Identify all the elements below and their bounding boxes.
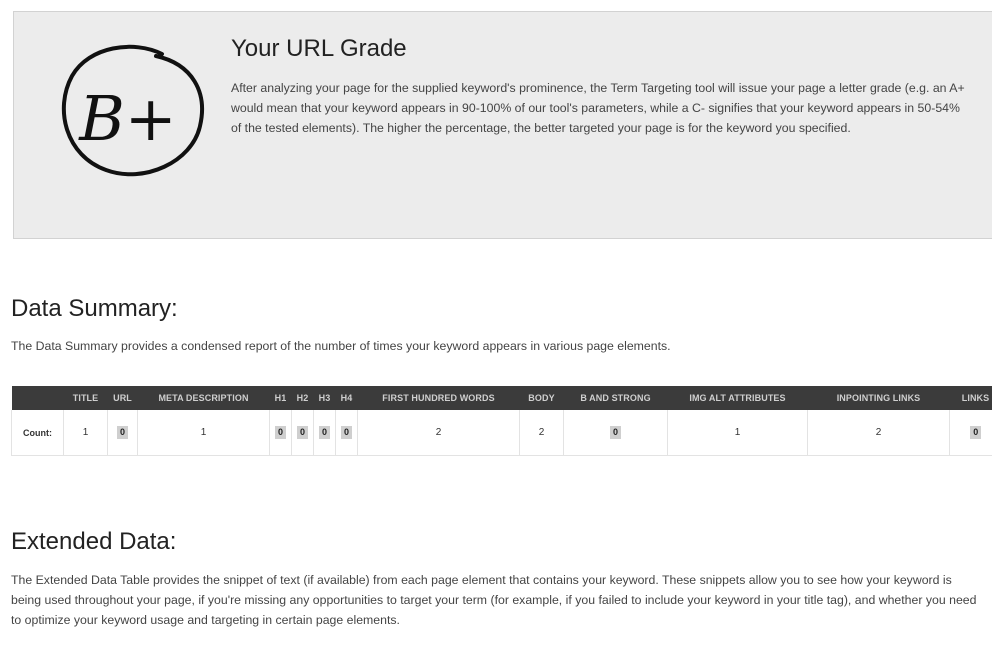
data-summary-description: The Data Summary provides a condensed re… (11, 339, 671, 353)
column-header: LINKS (949, 386, 992, 410)
extended-data-description: The Extended Data Table provides the sni… (11, 573, 977, 627)
h1-count: 0 (274, 426, 286, 439)
b-and-strong-count: 0 (609, 426, 621, 439)
column-header: INPOINTING LINKS (807, 386, 950, 410)
row-label: Count: (11, 410, 64, 456)
grade-title: Your URL Grade (231, 35, 407, 62)
column-header: META DESCRIPTION (137, 386, 270, 410)
column-header: H1 (269, 386, 292, 410)
data-summary-table: TITLE URL META DESCRIPTION H1 H2 H3 H4 F… (11, 386, 992, 456)
table-row: Count: 1 0 1 0 0 0 0 2 2 0 1 2 0 (11, 410, 992, 456)
table-header-row: TITLE URL META DESCRIPTION H1 H2 H3 H4 F… (11, 386, 992, 410)
grade-letter: B+ (78, 82, 177, 155)
column-header: H3 (313, 386, 336, 410)
inpointing-links-count: 2 (807, 410, 950, 456)
links-count: 0 (970, 426, 982, 439)
column-header: H4 (335, 386, 358, 410)
url-count: 0 (116, 426, 128, 439)
column-header: BODY (519, 386, 564, 410)
grade-description: After analyzing your page for the suppli… (231, 81, 965, 135)
h4-count: 0 (340, 426, 352, 439)
grade-badge-icon: B+ (61, 44, 205, 177)
data-summary-title: Data Summary: (11, 295, 178, 322)
column-header: IMG ALT ATTRIBUTES (667, 386, 808, 410)
column-header (11, 386, 64, 410)
h2-count: 0 (296, 426, 308, 439)
h3-count: 0 (318, 426, 330, 439)
first-hundred-words-count: 2 (357, 410, 520, 456)
column-header: URL (107, 386, 138, 410)
body-count: 2 (519, 410, 564, 456)
meta-description-count: 1 (137, 410, 270, 456)
column-header: B AND STRONG (563, 386, 668, 410)
column-header: FIRST HUNDRED WORDS (357, 386, 520, 410)
img-alt-count: 1 (667, 410, 808, 456)
extended-data-title: Extended Data: (11, 528, 177, 555)
title-count: 1 (63, 410, 108, 456)
url-grade-panel: B+ Your URL Grade After analyzing your p… (13, 11, 992, 239)
column-header: TITLE (63, 386, 108, 410)
column-header: H2 (291, 386, 314, 410)
